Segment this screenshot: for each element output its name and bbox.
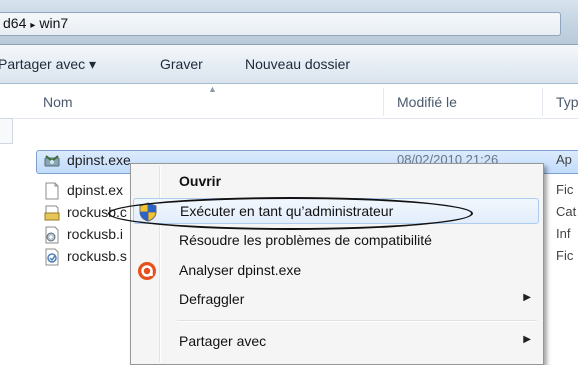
uac-shield-icon xyxy=(139,202,157,222)
file-name: rockusb.s xyxy=(67,248,127,264)
sort-ascending-icon: ▲ xyxy=(208,84,217,94)
column-divider[interactable] xyxy=(542,88,543,116)
address-field[interactable] xyxy=(0,12,561,36)
menu-item-open[interactable]: Ouvrir xyxy=(133,169,539,195)
installer-icon xyxy=(44,155,60,167)
column-headers: ▲ Nom Modifié le Typ xyxy=(0,84,578,119)
breadcrumb-item-d64[interactable]: d64 xyxy=(3,15,26,31)
submenu-arrow-icon: ▶ xyxy=(523,334,531,345)
menu-item-label: Defraggler xyxy=(179,291,245,307)
column-header-modified[interactable]: Modifié le xyxy=(397,94,457,110)
menu-item-label: Ouvrir xyxy=(179,173,222,189)
breadcrumb-item-win7[interactable]: win7 xyxy=(39,15,68,31)
context-menu: Ouvrir Exécuter en tant qu’administrateu… xyxy=(130,163,544,365)
file-name: rockusb.i xyxy=(67,226,124,242)
breadcrumb-separator-icon[interactable]: ▸ xyxy=(26,20,39,31)
menu-item-defraggler[interactable]: Defraggler ▶ xyxy=(133,287,539,313)
command-toolbar: Partager avec ▾ Graver Nouveau dossier xyxy=(0,45,578,84)
avast-antivirus-icon xyxy=(138,262,156,280)
system-file-icon xyxy=(45,248,59,266)
column-header-name[interactable]: Nom xyxy=(43,94,73,110)
menu-item-label: Analyser dpinst.exe xyxy=(179,262,302,278)
menu-item-label: Partager avec xyxy=(179,333,267,349)
document-icon xyxy=(45,182,59,200)
file-type: Inf xyxy=(556,226,571,241)
column-divider[interactable] xyxy=(383,88,384,116)
burn-button[interactable]: Graver xyxy=(160,56,203,72)
file-name: dpinst.exe xyxy=(67,152,131,168)
menu-item-label: Résoudre les problèmes de compatibilité xyxy=(179,232,432,248)
file-name: dpinst.ex xyxy=(67,182,124,198)
submenu-arrow-icon: ▶ xyxy=(523,292,531,303)
file-type: Fic xyxy=(556,248,574,263)
menu-item-label: Exécuter en tant qu’administrateur xyxy=(180,203,394,219)
file-name: rockusb.c xyxy=(67,204,127,220)
address-bar: d64 ▸ win7 xyxy=(0,0,578,45)
catalog-icon xyxy=(44,205,60,221)
file-type: Ap xyxy=(556,152,572,167)
file-type: Fic xyxy=(556,182,574,197)
menu-item-troubleshoot-compatibility[interactable]: Résoudre les problèmes de compatibilité xyxy=(133,228,539,254)
file-type: Cat xyxy=(556,204,577,219)
share-with-button[interactable]: Partager avec ▾ xyxy=(0,56,96,73)
new-folder-button[interactable]: Nouveau dossier xyxy=(245,56,350,72)
nav-pane-edge[interactable] xyxy=(0,118,13,144)
menu-item-share-with[interactable]: Partager avec ▶ xyxy=(133,329,539,355)
menu-separator xyxy=(177,320,537,322)
menu-item-run-as-admin[interactable]: Exécuter en tant qu’administrateur xyxy=(133,198,539,224)
breadcrumb: d64 ▸ win7 xyxy=(3,15,68,31)
column-header-type[interactable]: Typ xyxy=(556,94,578,110)
menu-item-analyze[interactable]: Analyser dpinst.exe xyxy=(133,258,539,284)
settings-file-icon xyxy=(45,226,59,244)
